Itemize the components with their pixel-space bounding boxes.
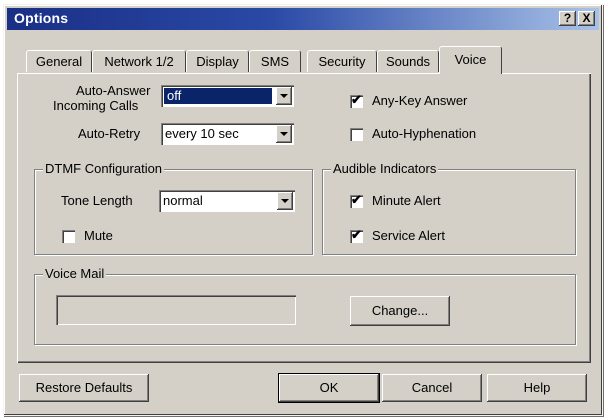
service-alert-checkbox[interactable]: ✔ — [350, 227, 363, 243]
tone-length-select[interactable]: normal — [159, 190, 295, 212]
tone-length-label: Tone Length — [61, 193, 133, 208]
cancel-button[interactable]: Cancel — [382, 374, 482, 402]
check-mark-icon: ✔ — [351, 227, 362, 242]
voice-mail-group-title: Voice Mail — [43, 266, 107, 281]
tab-security[interactable]: Security — [307, 50, 377, 72]
tab-sounds[interactable]: Sounds — [377, 50, 439, 72]
tab-general[interactable]: General — [26, 50, 92, 72]
auto-answer-label-line1: Auto-Answer — [76, 83, 151, 98]
dtmf-configuration-group: DTMF Configuration — [34, 161, 313, 255]
dtmf-group-title: DTMF Configuration — [43, 161, 165, 176]
auto-hyphenation-label: Auto-Hyphenation — [372, 126, 477, 141]
window-title: Options — [14, 10, 69, 26]
service-alert-label: Service Alert — [372, 228, 445, 243]
chevron-down-icon[interactable] — [276, 125, 292, 143]
mute-label: Mute — [84, 228, 113, 243]
auto-answer-label-line2: Incoming Calls — [53, 98, 139, 113]
tab-display[interactable]: Display — [186, 50, 249, 72]
check-mark-icon: ✔ — [351, 92, 362, 107]
auto-retry-label: Auto-Retry — [78, 126, 141, 141]
audible-group-title: Audible Indicators — [331, 161, 439, 176]
tab-sms[interactable]: SMS — [249, 50, 301, 72]
help-title-button[interactable]: ? — [559, 11, 576, 26]
auto-answer-select[interactable]: off — [161, 85, 294, 107]
tone-length-value: normal — [163, 193, 203, 208]
mute-checkbox[interactable] — [62, 230, 75, 243]
auto-answer-value: off — [164, 88, 272, 104]
tab-voice[interactable]: Voice — [439, 46, 502, 74]
auto-retry-value: every 10 sec — [165, 126, 239, 141]
any-key-answer-label: Any-Key Answer — [372, 93, 468, 108]
chevron-down-icon[interactable] — [277, 192, 293, 210]
any-key-answer-checkbox[interactable]: ✔ — [350, 92, 363, 108]
check-mark-icon: ✔ — [351, 192, 362, 207]
change-button[interactable]: Change... — [350, 296, 450, 326]
restore-defaults-button[interactable]: Restore Defaults — [19, 374, 149, 402]
voice-mail-number-field[interactable] — [56, 295, 296, 325]
chevron-down-icon[interactable] — [276, 87, 292, 105]
title-bar[interactable]: Options ? X — [7, 8, 599, 30]
help-button[interactable]: Help — [487, 374, 587, 402]
tab-network[interactable]: Network 1/2 — [92, 50, 186, 72]
options-dialog: Options ? X General Network 1/2 Display … — [3, 4, 603, 416]
auto-hyphenation-checkbox[interactable] — [350, 128, 363, 141]
close-title-button[interactable]: X — [578, 11, 595, 26]
minute-alert-label: Minute Alert — [372, 193, 441, 208]
auto-retry-select[interactable]: every 10 sec — [161, 123, 294, 145]
ok-button[interactable]: OK — [279, 374, 379, 402]
minute-alert-checkbox[interactable]: ✔ — [350, 192, 363, 208]
